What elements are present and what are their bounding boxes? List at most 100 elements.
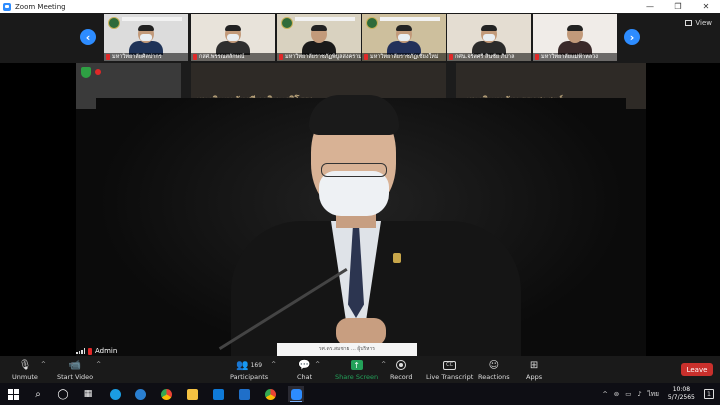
university-logo-icon [281, 17, 293, 29]
speaker-figure [218, 93, 521, 356]
chevron-up-icon[interactable]: ^ [271, 361, 276, 368]
thumbnail-name: กศน.จรัสศรี สินชัย ภิบาล [447, 53, 531, 61]
chat-button[interactable]: 💬 Chat ^ [297, 358, 320, 382]
security-shield-icon [81, 67, 91, 78]
live-transcript-button[interactable]: CC Live Transcript [426, 358, 473, 381]
notification-icon[interactable]: 1 [703, 389, 714, 399]
chevron-up-icon[interactable]: ^ [381, 361, 386, 368]
record-icon [396, 360, 407, 370]
share-screen-button[interactable]: ↑ Share Screen ^ [335, 358, 386, 381]
battery-icon[interactable]: ▭ [625, 390, 631, 398]
chevron-up-icon[interactable]: ^ [602, 390, 607, 398]
participant-name: Admin [95, 347, 118, 355]
mic-muted-icon [88, 347, 92, 355]
video-off-icon: 📹 [68, 359, 82, 371]
mic-muted-icon [106, 54, 110, 60]
university-logo-icon [366, 17, 378, 29]
chrome-icon[interactable] [158, 386, 174, 402]
store-icon[interactable] [210, 386, 226, 402]
file-explorer-icon[interactable] [184, 386, 200, 402]
leave-button[interactable]: Leave [681, 363, 713, 376]
participants-count: 169 [250, 361, 263, 369]
chat-icon: 💬 [298, 359, 311, 371]
close-button[interactable]: ✕ [692, 0, 720, 13]
mic-muted-icon [193, 54, 197, 60]
thumbnail-head [567, 25, 583, 43]
chevron-up-icon[interactable]: ^ [41, 361, 46, 368]
unmute-label: Unmute [12, 373, 38, 381]
internet-explorer-icon[interactable] [132, 386, 148, 402]
windows-logo-icon [7, 388, 19, 400]
chevron-left-icon: ‹ [85, 30, 91, 44]
nameplate-text: รศ.ดร.สมชาย ... ผู้บริหาร [319, 346, 375, 352]
thumbnail-name: กสศ.พรรณสลักษณ์ [191, 53, 275, 61]
thumbnail-mask [140, 34, 152, 41]
thumbnail-banner [380, 17, 440, 21]
grid-view-icon [685, 20, 693, 26]
thumbnail-hair [311, 25, 327, 31]
participants-label: Participants [230, 373, 269, 381]
zoom-taskbar-icon[interactable] [288, 386, 304, 402]
participant-thumbnail[interactable]: มหาวิทยาลัยแม่ฟ้าหลวง [533, 14, 617, 61]
next-page-button[interactable]: › [624, 29, 640, 45]
search-icon[interactable]: ⌕ [30, 386, 46, 402]
thumbnail-head [311, 25, 327, 43]
start-button[interactable] [5, 386, 21, 402]
speaker-hands [336, 318, 386, 346]
chevron-up-icon[interactable]: ^ [96, 361, 101, 368]
prev-page-button[interactable]: ‹ [80, 29, 96, 45]
mic-muted-icon [364, 54, 368, 60]
view-label: View [695, 19, 712, 27]
thumbnail-head [225, 25, 241, 43]
minimize-button[interactable]: — [636, 0, 664, 13]
thumbnail-hair [138, 25, 154, 31]
task-view-icon[interactable]: ◯ [55, 386, 71, 402]
maximize-button[interactable]: ❐ [664, 0, 692, 13]
share-screen-icon: ↑ [350, 360, 363, 370]
unmute-button[interactable]: 🎙 Unmute ^ [12, 358, 46, 382]
reactions-label: Reactions [478, 373, 510, 381]
edge-icon[interactable] [107, 386, 123, 402]
mic-muted-icon: 🎙 [18, 359, 32, 371]
clock-time: 10:08 [672, 386, 691, 393]
participant-thumbnail[interactable]: มหาวิทยาลัยศิลปากร [104, 14, 188, 61]
apps-label: Apps [526, 373, 543, 381]
reactions-icon: ☺ [488, 359, 500, 371]
clock[interactable]: 10:08 5/7/2565 [668, 386, 695, 402]
participant-thumbnail[interactable]: กศน.จรัสศรี สินชัย ภิบาล [447, 14, 531, 61]
apps-icon: ⊞ [529, 359, 539, 371]
speaker-mask [319, 171, 389, 216]
reactions-button[interactable]: ☺ Reactions [478, 358, 510, 382]
widgets-icon[interactable]: ▦ [80, 386, 96, 402]
thumbnail-person [302, 25, 336, 55]
volume-icon[interactable]: ♪ [637, 390, 641, 398]
start-video-button[interactable]: 📹 Start Video ^ [57, 358, 101, 382]
participant-thumbnail[interactable]: กสศ.พรรณสลักษณ์ [191, 14, 275, 61]
apps-button[interactable]: ⊞ Apps [526, 358, 543, 382]
thumbnail-head [138, 25, 154, 43]
window-title: Zoom Meeting [15, 2, 66, 11]
thumbnail-name: มหาวิทยาลัยศิลปากร [104, 53, 188, 61]
participant-thumbnail[interactable]: มหาวิทยาลัยราชภัฏพิบูลสงคราม [277, 14, 361, 61]
chevron-up-icon[interactable]: ^ [315, 361, 320, 368]
language-indicator[interactable]: ไทย [648, 389, 659, 399]
participants-button[interactable]: 👥 169 Participants ^ [230, 358, 276, 382]
view-button[interactable]: View [685, 19, 712, 27]
record-button[interactable]: Record [390, 358, 412, 381]
thumbnail-person [558, 25, 592, 55]
mail-icon[interactable] [236, 386, 252, 402]
title-bar: Zoom Meeting — ❐ ✕ [0, 0, 720, 13]
thumbnail-name: มหาวิทยาลัยราชภัฏเชียงใหม่ [362, 53, 446, 61]
chrome-profile-icon[interactable] [262, 386, 278, 402]
chevron-right-icon: › [629, 30, 635, 44]
thumbnail-hair [396, 25, 412, 31]
network-icon[interactable]: ⊚ [614, 390, 619, 398]
main-video[interactable]: มหาวิทยาลัยศรีนครินทรวิโรฒ มหาวิทยาลัยธร… [76, 63, 646, 356]
thumbnail-person [129, 25, 163, 55]
thumbnail-head [481, 25, 497, 43]
participant-thumbnail[interactable]: มหาวิทยาลัยราชภัฏเชียงใหม่ [362, 14, 446, 61]
thumbnail-person [472, 25, 506, 55]
thumbnail-name: มหาวิทยาลัยราชภัฏพิบูลสงคราม [277, 53, 361, 61]
mic-muted-icon [279, 54, 283, 60]
system-tray: ^ ⊚ ▭ ♪ ไทย 10:08 5/7/2565 1 [599, 383, 720, 405]
